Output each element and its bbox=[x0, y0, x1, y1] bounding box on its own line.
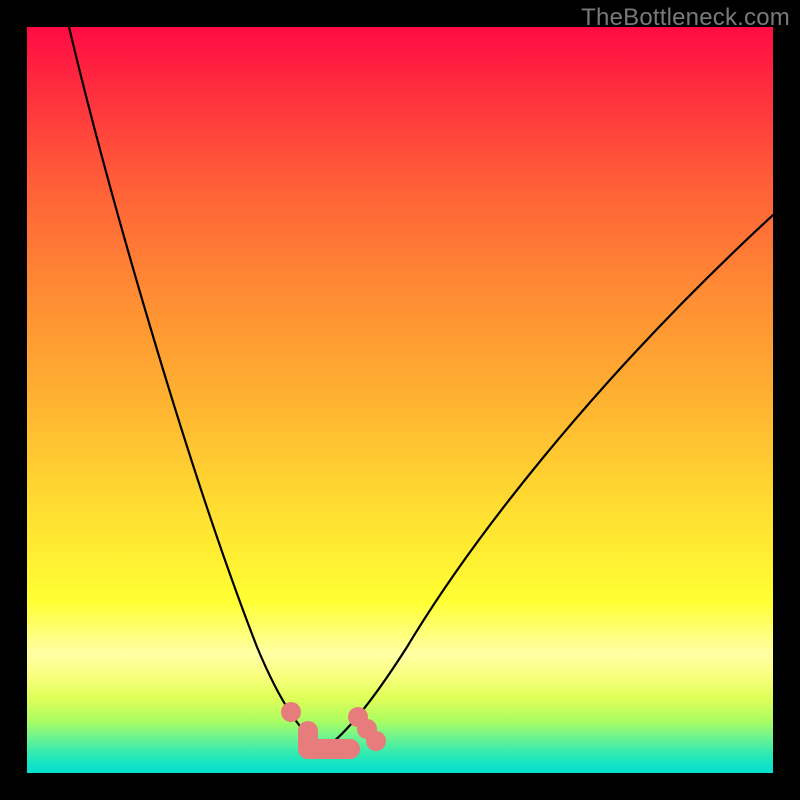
bead-bar-horiz bbox=[298, 739, 360, 759]
watermark-text: TheBottleneck.com bbox=[581, 4, 790, 32]
bead-dot bbox=[366, 731, 386, 751]
bottleneck-curve-right bbox=[327, 215, 773, 747]
plot-svg bbox=[27, 27, 773, 773]
bead-dot bbox=[281, 702, 301, 722]
bottleneck-curve-left bbox=[69, 27, 320, 747]
chart-area bbox=[27, 27, 773, 773]
